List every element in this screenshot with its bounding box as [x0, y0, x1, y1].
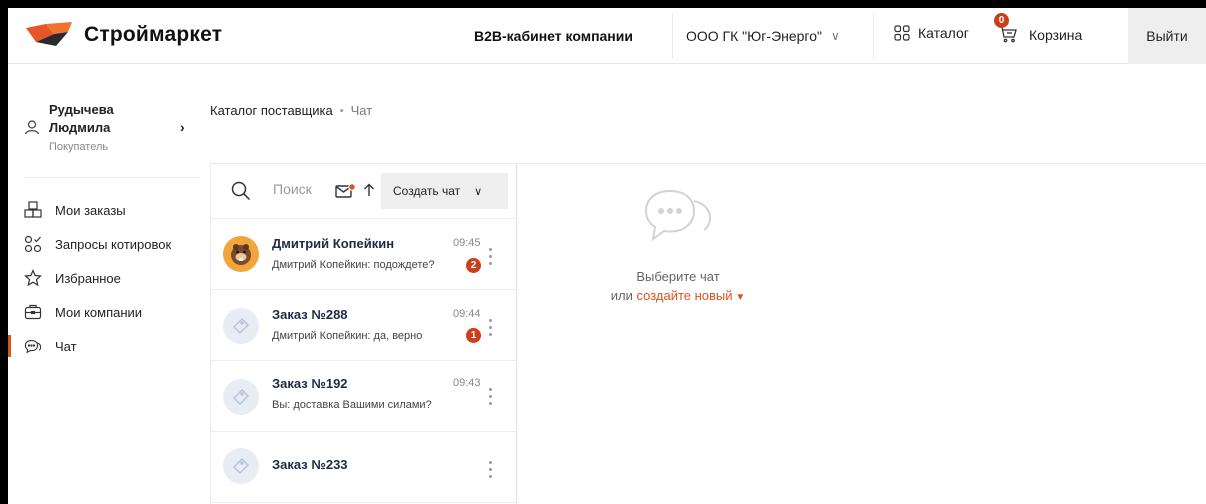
cart-count-badge: 0	[994, 13, 1009, 28]
sidebar-menu: Мои заказы Запросы котировок Избранное М…	[8, 193, 208, 363]
app-window: Строймаркет B2B-кабинет компании ООО ГК …	[8, 8, 1206, 504]
sidebar-item-label: Запросы котировок	[55, 236, 172, 252]
create-new-chat-link[interactable]: создайте новый	[636, 288, 732, 303]
create-chat-button[interactable]: Создать чат ∨	[381, 173, 508, 209]
tag-icon	[233, 458, 249, 474]
chat-toolbar: Создать чат ∨	[211, 164, 516, 219]
catalog-link[interactable]: Каталог	[894, 25, 969, 41]
logo-icon	[26, 22, 72, 46]
avatar	[223, 236, 259, 272]
chevron-right-icon: ›	[180, 119, 185, 135]
avatar	[223, 379, 259, 415]
sidebar-item-label: Мои заказы	[55, 202, 126, 218]
logout-button[interactable]: Выйти	[1128, 8, 1206, 64]
top-header: Строймаркет B2B-кабинет компании ООО ГК …	[8, 8, 1206, 64]
unread-mail-icon[interactable]	[335, 183, 357, 199]
chevron-down-icon: ∨	[474, 185, 483, 198]
chat-title: Заказ №233	[272, 457, 348, 472]
grid-icon	[894, 25, 910, 41]
boxes-icon	[24, 201, 42, 218]
search-input[interactable]	[273, 181, 325, 197]
chat-preview: Дмитрий Копейкин: подождете?	[272, 259, 435, 271]
sidebar-item-companies[interactable]: Мои компании	[8, 295, 208, 329]
briefcase-icon	[24, 304, 42, 320]
more-options-icon[interactable]	[487, 459, 493, 480]
breadcrumb: Каталог поставщика • Чат	[210, 103, 372, 118]
more-options-icon[interactable]	[487, 317, 493, 338]
chat-title: Дмитрий Копейкин	[272, 236, 395, 251]
chat-list-item[interactable]: Заказ №192 09:43 Вы: доставка Вашими сил…	[211, 361, 516, 432]
tag-icon	[233, 318, 249, 334]
sidebar-item-favorites[interactable]: Избранное	[8, 261, 208, 295]
company-select[interactable]: ООО ГК "Юг-Энерго" ∨	[672, 13, 874, 59]
chat-list: Создать чат ∨ Дмитрий Копейкин 09:45	[210, 164, 517, 504]
empty-state-title: Выберите чат	[636, 269, 720, 284]
user-name-line2: Людмила	[49, 120, 111, 135]
sidebar-divider	[24, 177, 200, 178]
catalog-label: Каталог	[918, 25, 969, 41]
chat-list-item[interactable]: Дмитрий Копейкин 09:45 Дмитрий Копейкин:…	[211, 219, 516, 290]
chat-time: 09:45	[453, 237, 481, 249]
chevron-down-icon: ∨	[831, 29, 840, 43]
cabinet-title: B2B-кабинет компании	[474, 28, 633, 44]
chat-bubbles-icon	[644, 189, 712, 242]
empty-chat-state: Выберите чат или создайте новый ▼	[568, 183, 788, 303]
quotes-icon	[24, 235, 42, 253]
chat-icon	[24, 340, 42, 354]
company-name: ООО ГК "Юг-Энерго"	[686, 28, 822, 44]
empty-state-subtitle: или создайте новый ▼	[568, 288, 788, 303]
breadcrumb-separator: •	[339, 104, 344, 117]
sidebar-item-label: Чат	[55, 338, 77, 354]
chat-time: 09:44	[453, 308, 481, 320]
user-profile[interactable]: Рудычева Людмила › Покупатель	[24, 101, 194, 153]
sort-arrow-icon[interactable]	[363, 183, 375, 197]
breadcrumb-parent[interactable]: Каталог поставщика	[210, 103, 333, 118]
avatar	[223, 308, 259, 344]
sidebar-item-quotes[interactable]: Запросы котировок	[8, 227, 208, 261]
user-icon	[24, 120, 40, 135]
beaver-avatar-icon	[231, 244, 251, 265]
sidebar-item-label: Мои компании	[55, 304, 143, 320]
unread-count-badge: 2	[466, 258, 481, 273]
user-name-line1: Рудычева	[49, 102, 114, 117]
search-icon[interactable]	[231, 181, 251, 201]
unread-count-badge: 1	[466, 328, 481, 343]
create-chat-label: Создать чат	[393, 184, 461, 198]
user-role: Покупатель	[49, 141, 109, 153]
star-icon	[24, 269, 42, 287]
chat-preview: Дмитрий Копейкин: да, верно	[272, 330, 423, 342]
breadcrumb-current: Чат	[350, 103, 373, 118]
chat-list-item[interactable]: Заказ №288 09:44 Дмитрий Копейкин: да, в…	[211, 290, 516, 361]
more-options-icon[interactable]	[487, 386, 493, 407]
sidebar-item-orders[interactable]: Мои заказы	[8, 193, 208, 227]
tag-icon	[233, 389, 249, 405]
chat-preview: Вы: доставка Вашими силами?	[272, 399, 432, 411]
chat-list-item[interactable]: Заказ №233	[211, 432, 516, 503]
sidebar: Рудычева Людмила › Покупатель Мои заказы	[8, 65, 208, 504]
sidebar-item-chat[interactable]: Чат	[8, 329, 208, 363]
chat-title: Заказ №192	[272, 376, 348, 391]
chevron-down-icon[interactable]: ▼	[733, 292, 745, 303]
chat-time: 09:43	[453, 377, 481, 389]
avatar	[223, 448, 259, 484]
logo-text: Строймаркет	[84, 23, 223, 46]
logo[interactable]: Строймаркет	[26, 20, 222, 50]
cart-link[interactable]: 0 Корзина	[994, 13, 1083, 45]
cart-label: Корзина	[1029, 27, 1083, 43]
more-options-icon[interactable]	[487, 246, 493, 267]
empty-state-prefix: или	[610, 288, 633, 303]
sidebar-item-label: Избранное	[55, 270, 121, 286]
chat-title: Заказ №288	[272, 307, 348, 322]
